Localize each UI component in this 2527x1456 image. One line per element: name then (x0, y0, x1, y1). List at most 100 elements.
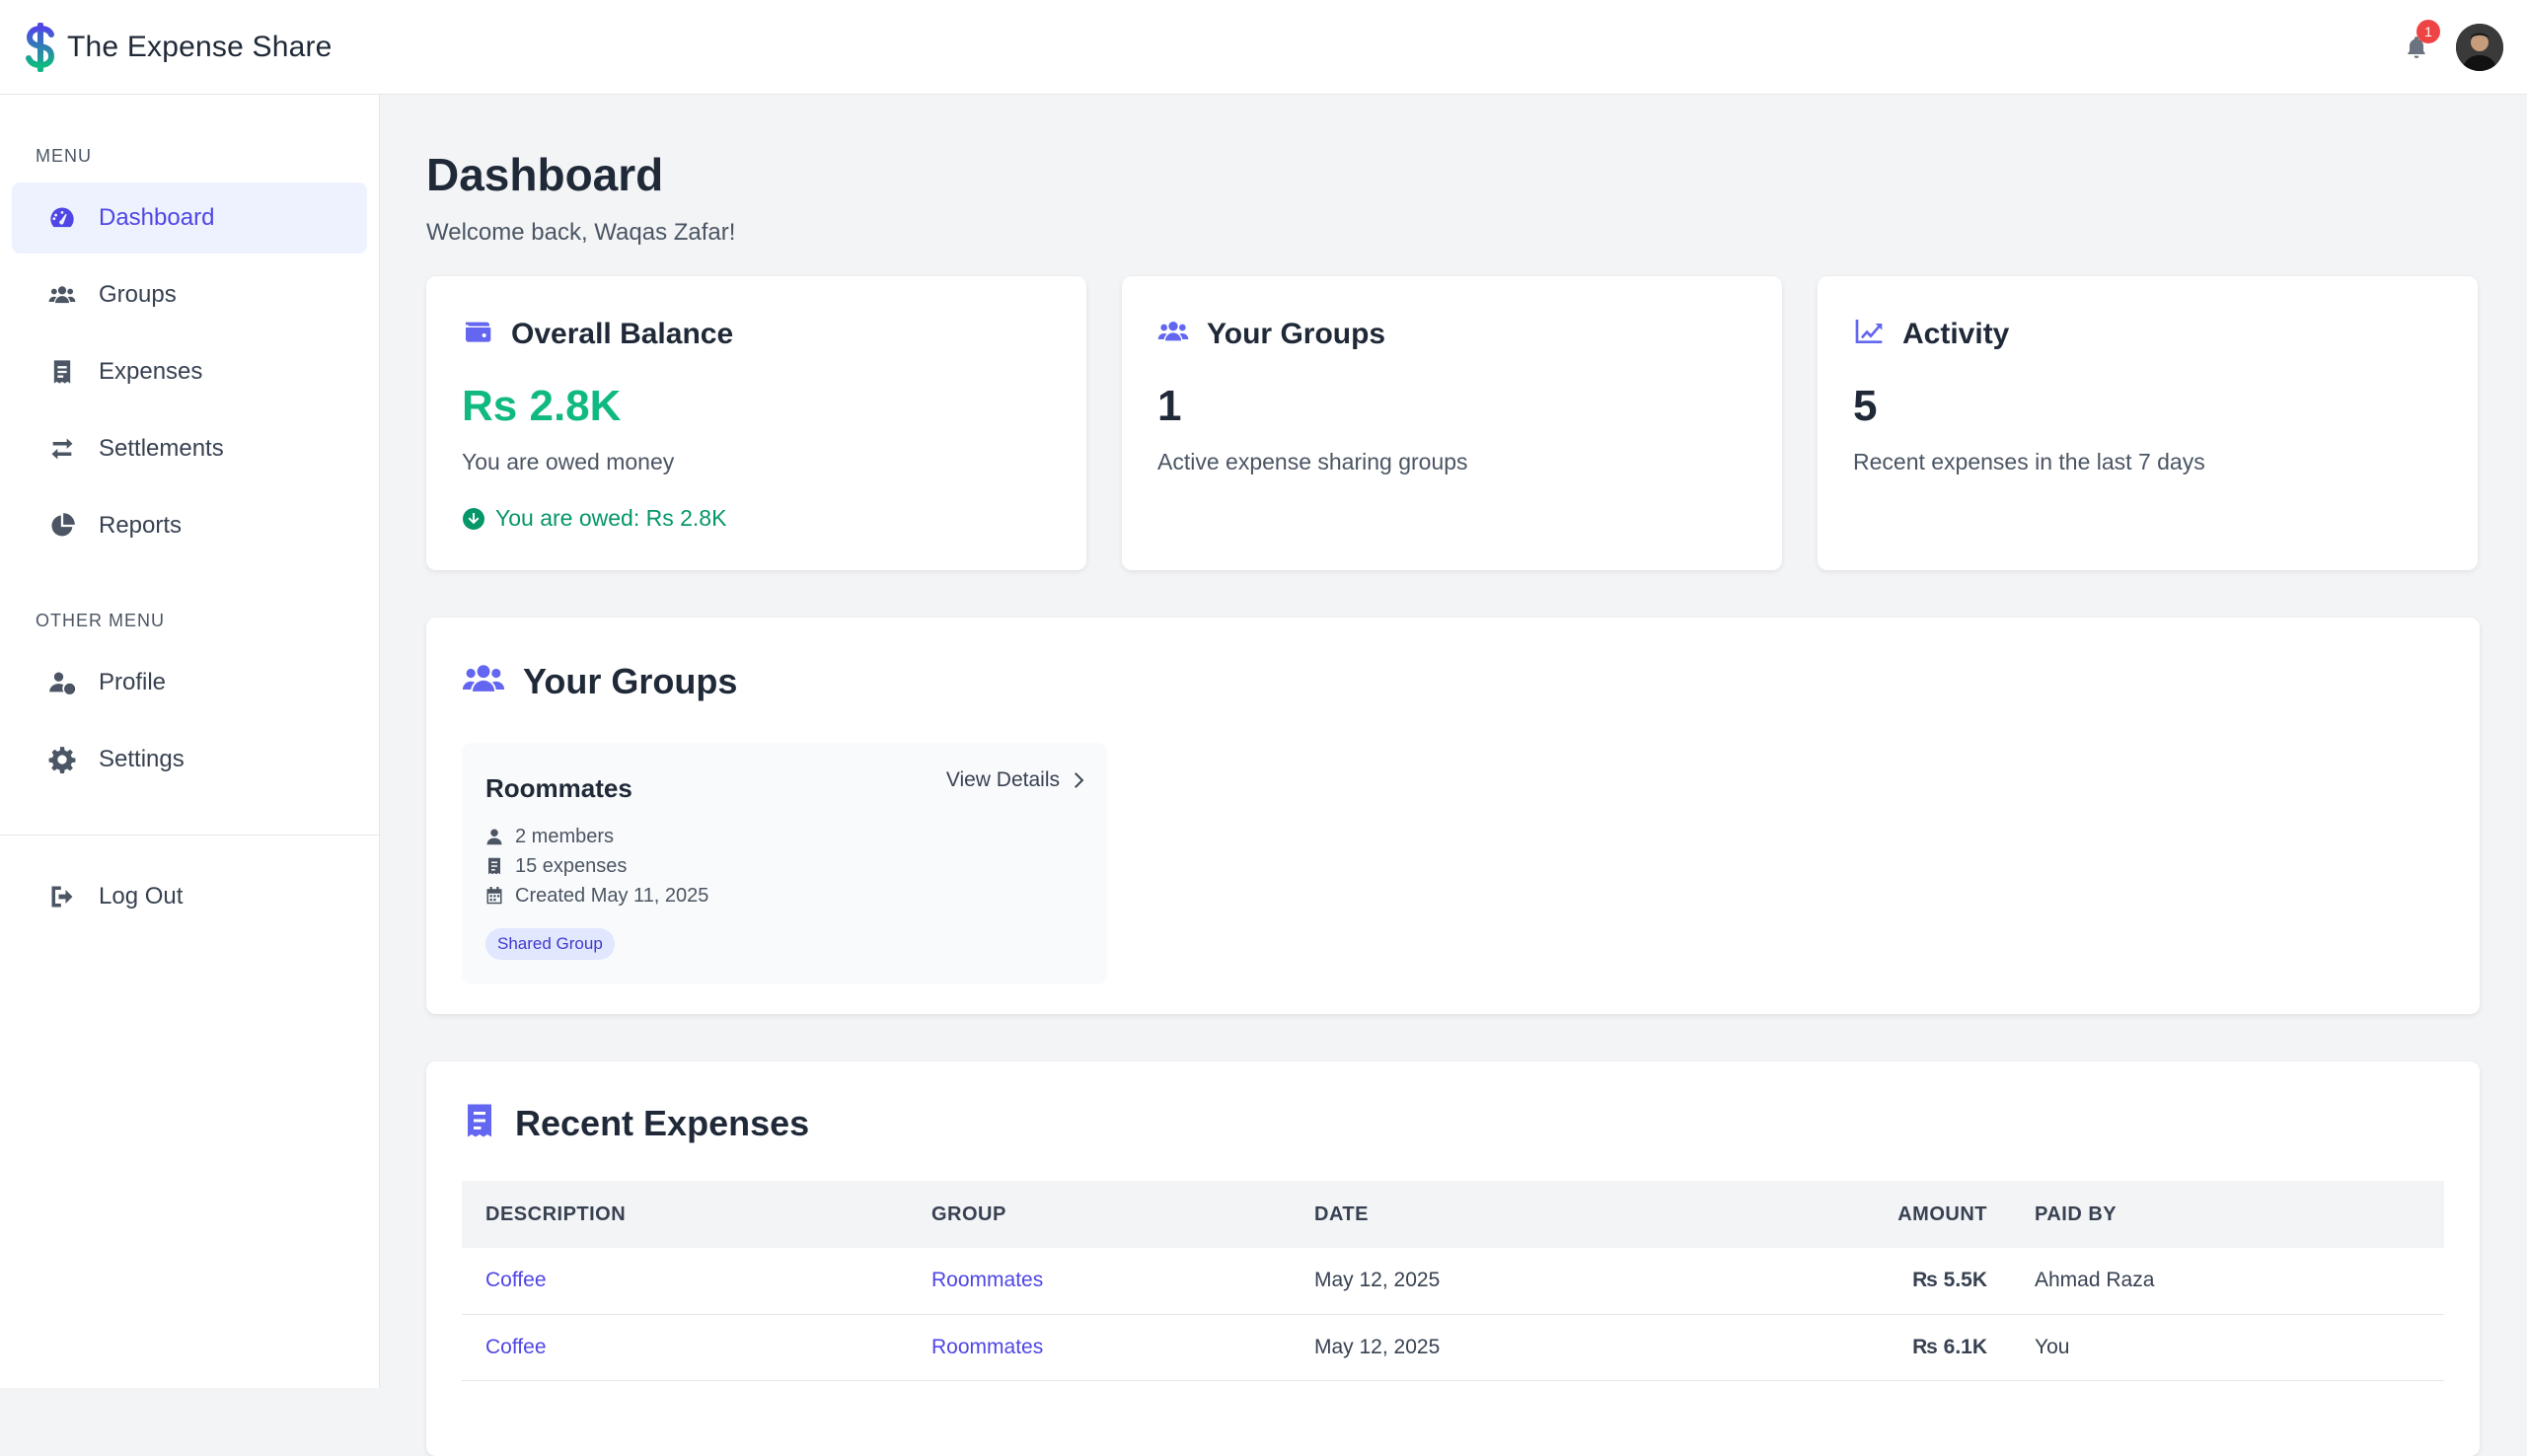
sidebar-divider (0, 835, 379, 836)
expense-date: May 12, 2025 (1291, 1248, 1715, 1315)
sidebar-item-label: Reports (99, 512, 183, 539)
recent-expenses-panel: Recent Expenses DESCRIPTION GROUP DATE A… (426, 1061, 2480, 1456)
view-details-link[interactable]: View Details (946, 768, 1085, 792)
column-header-date[interactable]: DATE (1291, 1181, 1715, 1248)
balance-subtitle: You are owed money (462, 449, 675, 474)
calendar-icon (486, 887, 502, 905)
groups-subtitle: Active expense sharing groups (1157, 449, 1468, 474)
receipt-icon (488, 857, 500, 875)
sidebar-item-profile[interactable]: Profile (12, 647, 367, 718)
created-row: Created May 11, 2025 (485, 881, 1083, 910)
sidebar-item-label: Log Out (99, 883, 184, 910)
other-menu-heading: OTHER MENU (36, 611, 165, 630)
sidebar-item-label: Dashboard (99, 204, 215, 231)
sidebar-item-label: Settlements (99, 435, 224, 462)
activity-count: 5 (1853, 382, 1878, 430)
shared-group-tag: Shared Group (485, 928, 615, 960)
column-header-amount[interactable]: AMOUNT (1715, 1181, 2011, 1248)
app-title: The Expense Share (67, 30, 333, 63)
receipt-icon (462, 1101, 497, 1145)
members-count: 2 members (515, 825, 615, 847)
other-menu: Profile Settings (12, 647, 367, 795)
sidebar-item-label: Expenses (99, 358, 203, 385)
group-card[interactable]: Roommates View Details 2 members 15 expe… (462, 743, 1107, 984)
expense-description-link[interactable]: Coffee (485, 1336, 547, 1358)
expense-amount: ₨ 6.1K (1715, 1314, 2011, 1381)
arrow-down-circle-icon (463, 507, 484, 530)
sidebar-item-expenses[interactable]: Expenses (12, 336, 367, 407)
card-title: Overall Balance (511, 317, 734, 350)
expense-paid-by: Ahmad Raza (2011, 1248, 2444, 1315)
logout-menu: Log Out (12, 861, 367, 932)
expense-group-link[interactable]: Roommates (931, 1269, 1043, 1291)
expenses-row: 15 expenses (485, 851, 1083, 881)
receipt-icon (47, 357, 77, 387)
panel-title: Recent Expenses (515, 1102, 810, 1143)
welcome-message: Welcome back, Waqas Zafar! (426, 219, 736, 246)
menu-heading: MENU (36, 146, 92, 166)
summary-cards: Overall Balance Rs 2.8K You are owed mon… (426, 276, 2479, 570)
members-row: 2 members (485, 822, 1083, 851)
users-icon (47, 280, 77, 310)
page-title: Dashboard (426, 149, 664, 200)
sidebar-item-settings[interactable]: Settings (12, 724, 367, 795)
column-header-description[interactable]: DESCRIPTION (462, 1181, 908, 1248)
gauge-icon (47, 203, 77, 233)
card-title: Your Groups (1207, 317, 1386, 350)
pie-chart-icon (47, 511, 77, 541)
created-date: Created May 11, 2025 (515, 884, 709, 907)
sidebar-item-groups[interactable]: Groups (12, 259, 367, 330)
user-cog-icon (47, 668, 77, 697)
overall-balance-card: Overall Balance Rs 2.8K You are owed mon… (426, 276, 1086, 570)
table-row[interactable]: Coffee Roommates May 12, 2025 ₨ 6.1K You (462, 1314, 2444, 1381)
sidebar-item-label: Settings (99, 746, 185, 772)
logout-button[interactable]: Log Out (12, 861, 367, 932)
activity-subtitle: Recent expenses in the last 7 days (1853, 449, 2205, 474)
users-icon (1157, 316, 1189, 352)
main-content: Dashboard Welcome back, Waqas Zafar! Ove… (426, 95, 2480, 1456)
notification-badge: 1 (2416, 19, 2440, 43)
your-groups-panel: Your Groups Roommates View Details 2 mem… (426, 618, 2480, 1014)
gear-icon (47, 745, 77, 774)
main-menu: Dashboard Groups Expenses Settlements Re… (12, 182, 367, 561)
column-header-paid-by[interactable]: PAID BY (2011, 1181, 2444, 1248)
table-header-row: DESCRIPTION GROUP DATE AMOUNT PAID BY (462, 1181, 2444, 1248)
user-icon (486, 829, 502, 845)
owed-note: You are owed: Rs 2.8K (462, 505, 1051, 532)
column-header-group[interactable]: GROUP (908, 1181, 1291, 1248)
top-bar: The Expense Share 1 (0, 0, 2527, 95)
sidebar-item-dashboard[interactable]: Dashboard (12, 182, 367, 254)
expense-date: May 12, 2025 (1291, 1314, 1715, 1381)
notifications-button[interactable]: 1 (2399, 19, 2440, 65)
activity-card: Activity 5 Recent expenses in the last 7… (1818, 276, 2478, 570)
balance-value: Rs 2.8K (462, 382, 622, 430)
sidebar: MENU Dashboard Groups Expenses Settlemen… (0, 95, 380, 1388)
group-meta: 2 members 15 expenses Created May 11, 20… (485, 822, 1083, 910)
table-row[interactable]: Coffee Roommates May 12, 2025 ₨ 5.5K Ahm… (462, 1248, 2444, 1315)
expense-paid-by: You (2011, 1314, 2444, 1381)
expense-group-link[interactable]: Roommates (931, 1336, 1043, 1358)
wallet-icon (462, 316, 493, 352)
sidebar-item-label: Groups (99, 281, 177, 308)
owed-note-text: You are owed: Rs 2.8K (495, 505, 727, 531)
brand[interactable]: The Expense Share (24, 21, 333, 74)
expense-description-link[interactable]: Coffee (485, 1269, 547, 1291)
user-avatar-icon (2456, 23, 2503, 71)
panel-title: Your Groups (523, 660, 738, 701)
exchange-icon (47, 434, 77, 464)
sidebar-item-label: Profile (99, 669, 167, 695)
expenses-count: 15 expenses (515, 854, 628, 877)
sidebar-item-reports[interactable]: Reports (12, 490, 367, 561)
view-details-label: View Details (945, 768, 1060, 791)
users-icon (462, 657, 505, 705)
expenses-table: DESCRIPTION GROUP DATE AMOUNT PAID BY Co… (462, 1181, 2444, 1381)
groups-count: 1 (1157, 382, 1182, 430)
logout-icon (47, 882, 77, 911)
sidebar-item-settlements[interactable]: Settlements (12, 413, 367, 484)
chevron-right-icon (1075, 772, 1084, 788)
expense-amount: ₨ 5.5K (1715, 1248, 2011, 1315)
line-chart-icon (1853, 316, 1885, 352)
your-groups-card: Your Groups 1 Active expense sharing gro… (1122, 276, 1782, 570)
avatar[interactable] (2456, 23, 2503, 71)
top-actions: 1 (2399, 19, 2503, 71)
